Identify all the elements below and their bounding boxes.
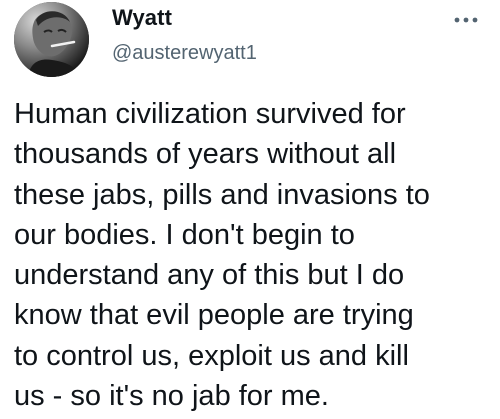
author-names: Wyatt @austerewyatt1 xyxy=(112,4,432,66)
avatar[interactable] xyxy=(14,2,89,77)
profile-photo-icon xyxy=(14,2,89,77)
more-options-button[interactable] xyxy=(448,10,484,30)
tweet-text: Human civilization survived for thousand… xyxy=(14,98,430,413)
more-options-icon xyxy=(454,17,478,23)
display-name[interactable]: Wyatt xyxy=(112,4,432,31)
tweet-card: Wyatt @austerewyatt1 Human civilization … xyxy=(0,0,500,419)
tweet-header: Wyatt @austerewyatt1 xyxy=(14,0,486,84)
user-handle[interactable]: @austerewyatt1 xyxy=(112,41,432,66)
